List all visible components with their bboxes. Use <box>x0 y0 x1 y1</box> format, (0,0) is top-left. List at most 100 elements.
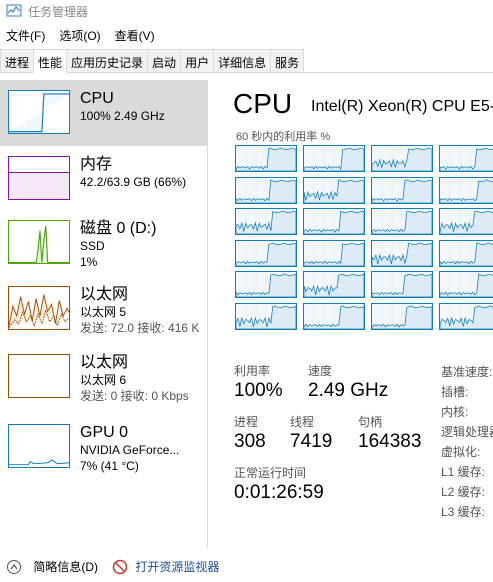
sidebar-item-ethernet-5[interactable]: 以太网 以太网 5 发送: 72.0 接收: 416 K <box>0 276 208 342</box>
sidebar-ethernet-5-adapter: 以太网 5 <box>80 305 127 319</box>
resource-sidebar: CPU 100% 2.49 GHz 内存 42.2/63.9 GB (66%) … <box>0 80 208 548</box>
tab-startup[interactable]: 启动 <box>147 49 182 72</box>
sidebar-ethernet-6-throughput: 发送: 0 接收: 0 Kbps <box>80 389 189 403</box>
cpu-thumbnail-graph <box>8 90 70 134</box>
tab-performance[interactable]: 性能 <box>33 49 68 73</box>
sidebar-ethernet-5-throughput: 发送: 72.0 接收: 416 K <box>80 321 200 335</box>
uptime-value: 0:01:26:59 <box>234 482 324 503</box>
logical-processor-graph <box>439 176 493 204</box>
prop-logical-processors: 逻辑处理器: <box>441 425 493 439</box>
processes-label: 进程 <box>234 415 259 429</box>
logical-processor-graph <box>303 239 365 267</box>
graph-caption: 60 秒内的利用率 % <box>236 131 331 143</box>
ethernet-6-thumbnail-graph <box>8 354 70 398</box>
prop-sockets: 插槽: <box>441 385 469 399</box>
logical-processor-graph <box>303 176 365 204</box>
sidebar-disk-usage: 1% <box>80 255 98 269</box>
cpu-model-name: Intel(R) Xeon(R) CPU E5- <box>311 98 493 115</box>
sidebar-cpu-name: CPU <box>80 90 114 107</box>
processes-value: 308 <box>234 431 266 452</box>
sidebar-ethernet-5-name: 以太网 <box>80 286 129 303</box>
tab-services[interactable]: 服务 <box>270 49 305 72</box>
logical-processor-graph <box>303 302 365 330</box>
open-resource-monitor-link[interactable]: 打开资源监视器 <box>112 558 219 576</box>
resource-monitor-label: 打开资源监视器 <box>135 559 220 574</box>
memory-thumbnail-graph <box>8 156 70 200</box>
threads-stat: 线程 7419 <box>290 413 332 453</box>
sidebar-item-ethernet-6[interactable]: 以太网 以太网 6 发送: 0 接收: 0 Kbps <box>0 344 208 410</box>
logical-processor-graph <box>235 239 297 267</box>
sidebar-ethernet-6-adapter: 以太网 6 <box>80 373 127 387</box>
sidebar-ethernet-6-name: 以太网 <box>80 354 129 371</box>
tab-bar: 进程 性能 应用历史记录 启动 用户 详细信息 服务 <box>0 49 493 73</box>
logical-processor-graph <box>371 239 433 267</box>
page-title: CPU <box>233 88 293 119</box>
sidebar-item-gpu[interactable]: GPU 0 NVIDIA GeForce... 7% (41 °C) <box>0 414 208 480</box>
prop-l2-cache: L2 缓存: <box>441 485 486 499</box>
logical-processor-graph <box>303 271 365 298</box>
utilization-value: 100% <box>234 380 283 401</box>
prop-cores: 内核: <box>441 405 469 419</box>
sidebar-disk-name: 磁盘 0 (D:) <box>80 220 157 237</box>
logical-processor-graph <box>439 145 493 172</box>
fewer-details-button[interactable]: 简略信息(D) <box>6 558 98 576</box>
handles-label: 句柄 <box>358 415 383 429</box>
sidebar-gpu-model: NVIDIA GeForce... <box>80 443 180 457</box>
menu-file[interactable]: 文件(F) <box>4 25 47 45</box>
logical-processor-graph <box>371 302 433 330</box>
uptime-label: 正常运行时间 <box>234 466 307 480</box>
logical-processor-graph <box>303 145 365 172</box>
speed-stat: 速度 2.49 GHz <box>308 362 388 402</box>
logical-processor-graph <box>371 145 433 172</box>
prop-base-speed: 基准速度: <box>441 365 493 379</box>
sidebar-cpu-usage: 100% 2.49 GHz <box>80 109 165 123</box>
logical-processor-graph <box>235 176 297 204</box>
cpu-properties-list: 基准速度: 插槽: 内核: 逻辑处理器: 虚拟化: L1 缓存: L2 缓存: … <box>441 362 493 522</box>
threads-label: 线程 <box>290 415 315 429</box>
logical-processor-graph <box>371 208 433 235</box>
uptime-stat: 正常运行时间 0:01:26:59 <box>234 464 324 504</box>
sidebar-gpu-name: GPU 0 <box>80 424 129 441</box>
sidebar-item-cpu[interactable]: CPU 100% 2.49 GHz <box>0 80 208 146</box>
logical-processor-graph <box>371 176 433 204</box>
cpu-detail-panel: CPU Intel(R) Xeon(R) CPU E5- 60 秒内的利用率 %… <box>209 80 493 548</box>
sidebar-memory-name: 内存 <box>80 156 113 173</box>
disk-thumbnail-graph <box>8 220 70 264</box>
logical-processor-graph <box>371 271 433 298</box>
sidebar-item-memory[interactable]: 内存 42.2/63.9 GB (66%) <box>0 146 208 212</box>
prop-l1-cache: L1 缓存: <box>441 465 486 479</box>
logical-processor-graph <box>439 239 493 267</box>
sidebar-memory-usage: 42.2/63.9 GB (66%) <box>80 175 187 189</box>
menu-bar: 文件(F) 选项(O) 查看(V) <box>0 25 163 45</box>
utilization-stat: 利用率 100% <box>234 362 283 402</box>
logical-processor-graph <box>235 271 297 298</box>
gpu-thumbnail-graph <box>8 424 70 468</box>
logical-processor-graph <box>235 302 297 330</box>
tab-details[interactable]: 详细信息 <box>213 49 272 72</box>
speed-label: 速度 <box>308 364 333 378</box>
speed-value: 2.49 GHz <box>308 380 389 401</box>
ethernet-5-thumbnail-graph <box>8 286 70 330</box>
sidebar-disk-type: SSD <box>80 239 105 253</box>
logical-processor-graph <box>439 271 493 298</box>
menu-options[interactable]: 选项(O) <box>57 25 102 45</box>
menu-view[interactable]: 查看(V) <box>113 25 157 45</box>
task-manager-icon <box>6 4 22 17</box>
logical-processor-graph <box>235 145 297 172</box>
tab-users[interactable]: 用户 <box>180 49 215 72</box>
handles-stat: 句柄 164383 <box>358 413 421 453</box>
handles-value: 164383 <box>358 431 422 452</box>
footer-bar: 简略信息(D) 打开资源监视器 <box>0 551 493 582</box>
logical-processor-graph <box>439 302 493 330</box>
utilization-label: 利用率 <box>234 364 271 378</box>
title-bar: 任务管理器 <box>0 0 493 22</box>
processes-stat: 进程 308 <box>234 413 266 453</box>
sidebar-item-disk[interactable]: 磁盘 0 (D:) SSD 1% <box>0 210 208 276</box>
logical-processor-graph <box>235 208 297 235</box>
threads-value: 7419 <box>290 431 333 452</box>
tab-app-history[interactable]: 应用历史记录 <box>66 49 149 72</box>
tab-processes[interactable]: 进程 <box>0 49 35 72</box>
prop-virtualization: 虚拟化: <box>441 445 481 459</box>
fewer-details-label: 简略信息(D) <box>33 559 99 574</box>
resource-monitor-icon <box>112 560 128 575</box>
